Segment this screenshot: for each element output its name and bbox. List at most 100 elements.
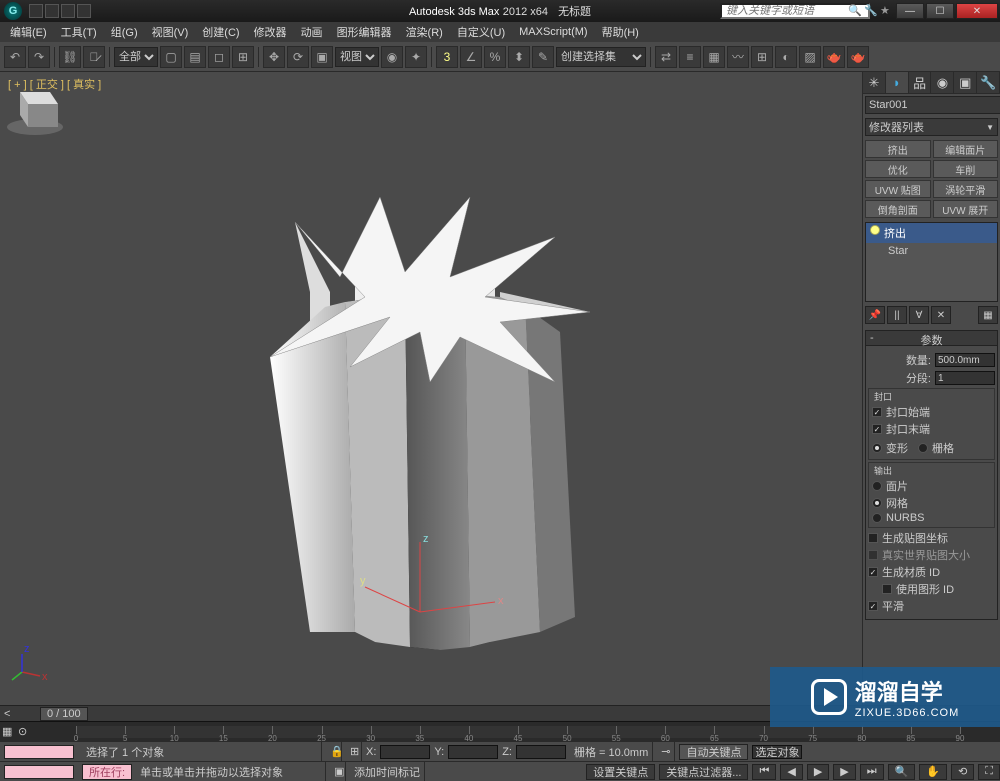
stack-item-extrude[interactable]: 挤出 (866, 223, 997, 243)
render-frame-button[interactable]: 🫖 (823, 46, 845, 68)
spinner-snap-button[interactable]: ⬍ (508, 46, 530, 68)
y-input[interactable] (448, 745, 498, 759)
named-sel-set-dropdown[interactable]: 创建选择集 (556, 47, 646, 67)
grid-radio[interactable]: 栅格 (918, 440, 954, 456)
selection-filter-dropdown[interactable]: 全部 (114, 47, 158, 67)
utilities-tab[interactable]: 🔧 (977, 72, 1000, 93)
modifier-list-dropdown[interactable]: 修改器列表 (865, 118, 998, 136)
mod-set-optimize[interactable]: 优化 (865, 160, 931, 178)
segments-spinner[interactable]: ▲▼ (935, 371, 995, 385)
patch-radio[interactable]: 面片 (872, 478, 991, 494)
percent-snap-button[interactable]: % (484, 46, 506, 68)
object-name-input[interactable] (865, 96, 1000, 114)
unique-button[interactable]: ∀ (909, 306, 929, 324)
editor-button[interactable]: ✎ (532, 46, 554, 68)
show-end-button[interactable]: || (887, 306, 907, 324)
selset-field[interactable] (752, 745, 802, 759)
menu-grapheditors[interactable]: 图形编辑器 (331, 22, 398, 42)
trackbar-toggle-icon[interactable]: ▦ (2, 725, 16, 739)
mod-set-turbosmooth[interactable]: 涡轮平滑 (933, 180, 999, 198)
remove-mod-button[interactable]: ✕ (931, 306, 951, 324)
add-time-tag[interactable]: 添加时间标记 (350, 762, 425, 781)
play-button[interactable]: ▶ (807, 764, 829, 780)
refcoord-dropdown[interactable]: 视图 (335, 47, 379, 67)
menu-edit[interactable]: 编辑(E) (4, 22, 53, 42)
rotate-button[interactable]: ⟳ (287, 46, 309, 68)
pin-stack-button[interactable]: 📌 (865, 306, 885, 324)
menu-rendering[interactable]: 渲染(R) (400, 22, 449, 42)
mod-set-lathe[interactable]: 车削 (933, 160, 999, 178)
mod-set-extrude[interactable]: 挤出 (865, 140, 931, 158)
z-input[interactable] (516, 745, 566, 759)
nav-pan-icon[interactable]: ✋ (919, 764, 947, 780)
key-icon[interactable]: ⊸ (657, 742, 675, 761)
time-thumb[interactable]: 0 / 100 (40, 707, 88, 721)
menu-tools[interactable]: 工具(T) (55, 22, 103, 42)
binoculars-icon[interactable]: 🔍 (848, 4, 862, 18)
play-next-button[interactable]: ▶ (833, 764, 855, 780)
lock-icon[interactable]: 🔒 (326, 742, 342, 761)
menu-modifiers[interactable]: 修改器 (248, 22, 293, 42)
cap-start-checkbox[interactable]: 封口始端 (872, 404, 991, 420)
curve-editor-button[interactable]: 〰 (727, 46, 749, 68)
time-ruler[interactable]: 051015202530354045505560657075808590 (76, 726, 960, 738)
scale-button[interactable]: ▣ (311, 46, 333, 68)
material-editor-button[interactable]: ◐ (775, 46, 797, 68)
trackbar-keys-icon[interactable]: ⊙ (18, 725, 32, 739)
play-end-button[interactable]: ⏭ (860, 764, 884, 780)
bulb-icon[interactable] (870, 225, 880, 235)
align-button[interactable]: ≡ (679, 46, 701, 68)
qa-open-icon[interactable] (29, 4, 43, 18)
star-icon[interactable]: ★ (880, 4, 894, 18)
play-prev-button[interactable]: ◀ (780, 764, 802, 780)
render-setup-button[interactable]: ▨ (799, 46, 821, 68)
qa-save-icon[interactable] (45, 4, 59, 18)
key-filters-button[interactable]: 关键点过滤器... (659, 764, 748, 780)
pivot-button[interactable]: ◉ (381, 46, 403, 68)
select-rect-button[interactable]: ◻ (208, 46, 230, 68)
display-tab[interactable]: ▣ (954, 72, 977, 93)
configure-sets-button[interactable]: ▦ (978, 306, 998, 324)
manipulate-button[interactable]: ✦ (405, 46, 427, 68)
select-name-button[interactable]: ▤ (184, 46, 206, 68)
morph-radio[interactable]: 变形 (872, 440, 908, 456)
menu-views[interactable]: 视图(V) (146, 22, 195, 42)
motion-tab[interactable]: ◉ (931, 72, 954, 93)
maximize-button[interactable]: ☐ (926, 3, 954, 19)
params-rollout-header[interactable]: -参数 (865, 330, 998, 346)
modify-tab[interactable]: ◗ (886, 72, 909, 93)
redo-button[interactable]: ↷ (28, 46, 50, 68)
undo-button[interactable]: ↶ (4, 46, 26, 68)
menu-create[interactable]: 创建(C) (196, 22, 245, 42)
useshape-checkbox[interactable]: 使用图形 ID (882, 581, 995, 597)
key-icon[interactable]: 🔧 (864, 4, 878, 18)
select-object-button[interactable]: ▢ (160, 46, 182, 68)
mod-set-uvwunwrap[interactable]: UVW 展开 (933, 200, 999, 218)
menu-maxscript[interactable]: MAXScript(M) (513, 24, 593, 40)
mod-set-bevelprofile[interactable]: 倒角剖面 (865, 200, 931, 218)
menu-help[interactable]: 帮助(H) (596, 22, 645, 42)
move-button[interactable]: ✥ (263, 46, 285, 68)
menu-customize[interactable]: 自定义(U) (451, 22, 511, 42)
coords-icon[interactable]: ⊞ (346, 742, 362, 761)
cap-end-checkbox[interactable]: 封口末端 (872, 421, 991, 437)
layers-button[interactable]: ▦ (703, 46, 725, 68)
link-button[interactable]: ⛓ (59, 46, 81, 68)
nav-zoom-icon[interactable]: 🔍 (888, 764, 916, 780)
close-button[interactable]: ✕ (956, 3, 998, 19)
play-start-button[interactable]: ⏮ (752, 764, 776, 780)
unlink-button[interactable]: ⛓̷ (83, 46, 105, 68)
qa-undo-icon[interactable] (61, 4, 75, 18)
row-label-button[interactable]: 所在行: (82, 764, 132, 780)
nurbs-radio[interactable]: NURBS (872, 512, 991, 524)
mesh-radio[interactable]: 网格 (872, 495, 991, 511)
app-logo-icon[interactable]: G (4, 2, 22, 20)
viewcube[interactable] (0, 72, 70, 142)
modifier-stack[interactable]: 挤出 Star (865, 222, 998, 302)
menu-group[interactable]: 组(G) (105, 22, 144, 42)
create-tab[interactable]: ✳ (863, 72, 886, 93)
script-icon[interactable]: ▣ (330, 762, 346, 781)
mod-set-editpatch[interactable]: 编辑面片 (933, 140, 999, 158)
amount-spinner[interactable]: ▲▼ (935, 353, 995, 367)
snap-toggle-button[interactable]: 3 (436, 46, 458, 68)
